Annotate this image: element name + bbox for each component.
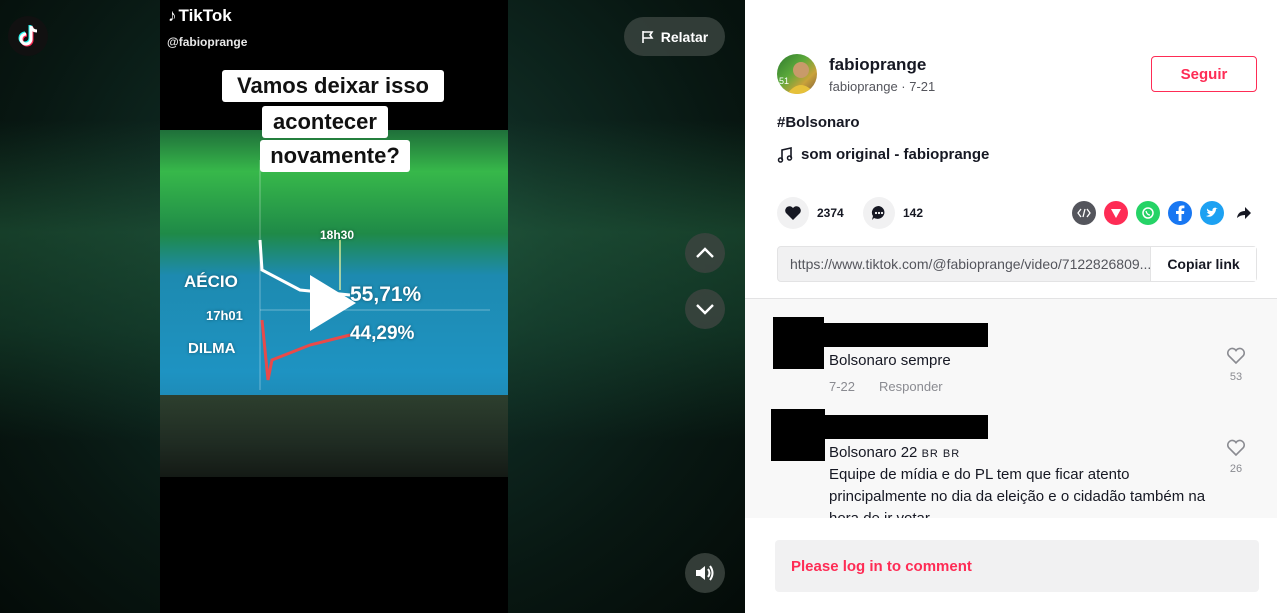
comment-text: Bolsonaro sempre bbox=[829, 352, 951, 369]
comments-list[interactable]: Bolsonaro sempre 7-22 Responder 53 Bolso bbox=[745, 298, 1277, 518]
speaker-icon bbox=[696, 565, 714, 581]
comment-like[interactable]: 26 bbox=[1223, 439, 1249, 475]
comment-like-count: 26 bbox=[1229, 463, 1243, 475]
comment-like-count: 53 bbox=[1229, 371, 1243, 383]
embed-icon[interactable] bbox=[1072, 201, 1096, 225]
like-count: 2374 bbox=[817, 206, 844, 220]
comment-count: 142 bbox=[903, 206, 924, 220]
caption-line-3: novamente? bbox=[260, 140, 410, 172]
copy-link-button[interactable]: Copiar link bbox=[1150, 247, 1256, 281]
comment-text: Bolsonaro 22 BR BR bbox=[829, 444, 961, 461]
twitter-icon[interactable] bbox=[1200, 201, 1224, 225]
comment-like[interactable]: 53 bbox=[1223, 347, 1249, 383]
overlay-candidate-1: AÉCIO bbox=[184, 272, 238, 291]
like-action[interactable]: 2374 bbox=[777, 197, 844, 229]
svg-text:51: 51 bbox=[779, 76, 789, 86]
send-icon[interactable] bbox=[1104, 201, 1128, 225]
comment-button[interactable] bbox=[863, 197, 895, 229]
video-link-text[interactable]: https://www.tiktok.com/@fabioprange/vide… bbox=[778, 247, 1150, 281]
tiktok-watermark: ♪ TikTok bbox=[168, 6, 232, 25]
report-button[interactable]: Relatar bbox=[624, 17, 725, 56]
overlay-percent-2: 44,29% bbox=[350, 323, 415, 344]
like-button[interactable] bbox=[777, 197, 809, 229]
video-area: ♪ TikTok @fabioprange Vamos deixar isso … bbox=[0, 0, 745, 613]
tiktok-watermark-icon: ♪ bbox=[168, 6, 177, 25]
comment-body: Equipe de mídia e do PL tem que ficar at… bbox=[829, 466, 1206, 518]
share-link-box: https://www.tiktok.com/@fabioprange/vide… bbox=[777, 246, 1257, 282]
caption-line-2: acontecer bbox=[262, 106, 388, 138]
music-title: som original - fabioprange bbox=[801, 146, 990, 163]
share-arrow-icon[interactable] bbox=[1232, 201, 1256, 225]
tiktok-video-page: ♪ TikTok @fabioprange Vamos deixar isso … bbox=[0, 0, 1277, 613]
heart-icon bbox=[785, 206, 801, 220]
follow-button[interactable]: Seguir bbox=[1151, 56, 1257, 92]
comment-item: Bolsonaro sempre 7-22 Responder 53 bbox=[745, 317, 1277, 397]
overlay-percent-1: 55,71% bbox=[350, 283, 422, 306]
avatar[interactable]: 51 bbox=[777, 54, 817, 94]
redacted-username bbox=[824, 323, 988, 347]
overlay-time-top: 18h30 bbox=[320, 228, 355, 242]
previous-video-button[interactable] bbox=[685, 233, 725, 273]
chevron-down-icon bbox=[696, 304, 714, 315]
heart-outline-icon bbox=[1226, 439, 1246, 457]
watermark-username: @fabioprange bbox=[167, 35, 248, 49]
music-link[interactable]: som original - fabioprange bbox=[777, 146, 989, 163]
comment-meta: 7-22 Responder bbox=[829, 379, 943, 394]
overlay-time-left: 17h01 bbox=[206, 308, 243, 323]
details-panel: 51 fabioprange fabioprange · 7-21 Seguir… bbox=[745, 0, 1277, 613]
login-to-comment-button[interactable]: Please log in to comment bbox=[775, 540, 1259, 592]
facebook-icon[interactable] bbox=[1168, 201, 1192, 225]
music-note-icon bbox=[777, 146, 793, 163]
reply-button[interactable]: Responder bbox=[879, 379, 943, 394]
hashtag-link[interactable]: #Bolsonaro bbox=[777, 114, 860, 131]
share-buttons bbox=[1072, 201, 1256, 225]
report-label: Relatar bbox=[660, 28, 709, 45]
tiktok-logo-icon bbox=[18, 25, 38, 47]
caption-line-1: Vamos deixar isso bbox=[222, 70, 444, 102]
redacted-avatar bbox=[771, 409, 825, 461]
comment-action[interactable]: 142 bbox=[863, 197, 923, 229]
whatsapp-icon[interactable] bbox=[1136, 201, 1160, 225]
volume-button[interactable] bbox=[685, 553, 725, 593]
heart-outline-icon bbox=[1226, 347, 1246, 365]
tv-stand-area bbox=[160, 395, 508, 477]
video-frame[interactable]: ♪ TikTok @fabioprange Vamos deixar isso … bbox=[160, 0, 508, 613]
flag-icon bbox=[641, 30, 654, 43]
avatar-image: 51 bbox=[779, 62, 815, 94]
chevron-up-icon bbox=[696, 247, 714, 258]
tiktok-logo-button[interactable] bbox=[8, 16, 48, 56]
comment-item: Bolsonaro 22 BR BR Equipe de mídia e do … bbox=[745, 409, 1277, 518]
author-username[interactable]: fabioprange bbox=[829, 55, 926, 75]
play-icon[interactable] bbox=[310, 275, 356, 331]
overlay-candidate-2: DILMA bbox=[188, 340, 236, 357]
author-subline: fabioprange · 7-21 bbox=[829, 79, 936, 94]
comment-date: 7-22 bbox=[829, 379, 856, 394]
next-video-button[interactable] bbox=[685, 289, 725, 329]
comment-icon bbox=[871, 205, 885, 220]
redacted-username bbox=[825, 415, 988, 439]
redacted-avatar bbox=[773, 317, 824, 369]
